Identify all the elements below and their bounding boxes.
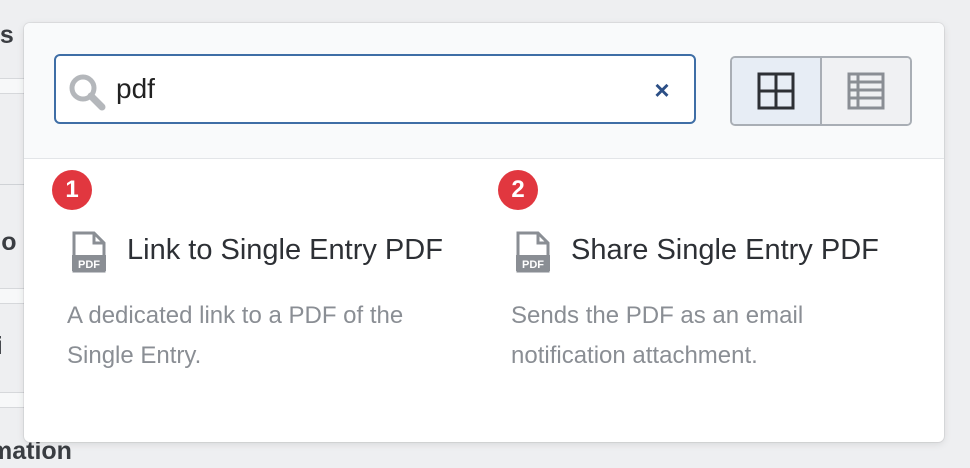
bg-heading-fragment: ils bbox=[0, 21, 14, 49]
bg-divider bbox=[0, 392, 26, 408]
bg-heading-fragment: go bbox=[0, 228, 17, 256]
search-box[interactable]: × bbox=[54, 54, 696, 124]
search-icon bbox=[69, 74, 106, 111]
bg-heading-fragment: ri bbox=[0, 331, 3, 361]
description-line: Single Entry. bbox=[67, 342, 202, 369]
description-line: Sends the PDF as an email bbox=[511, 302, 804, 329]
description-line: A dedicated link to a PDF of the bbox=[67, 302, 404, 329]
result-number-badge: 2 bbox=[498, 170, 538, 210]
list-icon bbox=[847, 72, 885, 110]
bg-divider bbox=[0, 288, 26, 304]
description-line: notification attachment. bbox=[511, 342, 758, 369]
bg-divider bbox=[0, 78, 26, 94]
list-view-button[interactable] bbox=[822, 58, 910, 124]
result-description: Sends the PDF as an email notification a… bbox=[511, 296, 803, 376]
result-description: A dedicated link to a PDF of the Single … bbox=[67, 296, 403, 376]
grid-icon bbox=[757, 72, 795, 110]
popup-toolbar: × bbox=[24, 23, 944, 159]
clear-search-button[interactable]: × bbox=[648, 76, 676, 104]
result-number-badge: 1 bbox=[52, 170, 92, 210]
svg-text:PDF: PDF bbox=[78, 259, 100, 271]
pdf-file-icon: PDF bbox=[516, 231, 550, 273]
bg-divider bbox=[0, 184, 26, 185]
field-picker-popup: × 1 bbox=[24, 23, 944, 442]
view-toggle bbox=[730, 56, 912, 126]
pdf-file-icon: PDF bbox=[72, 231, 106, 273]
result-title: Share Single Entry PDF bbox=[571, 234, 879, 266]
grid-view-button[interactable] bbox=[732, 58, 822, 124]
search-input[interactable] bbox=[116, 69, 636, 109]
result-title: Link to Single Entry PDF bbox=[127, 234, 443, 266]
svg-text:PDF: PDF bbox=[522, 259, 544, 271]
